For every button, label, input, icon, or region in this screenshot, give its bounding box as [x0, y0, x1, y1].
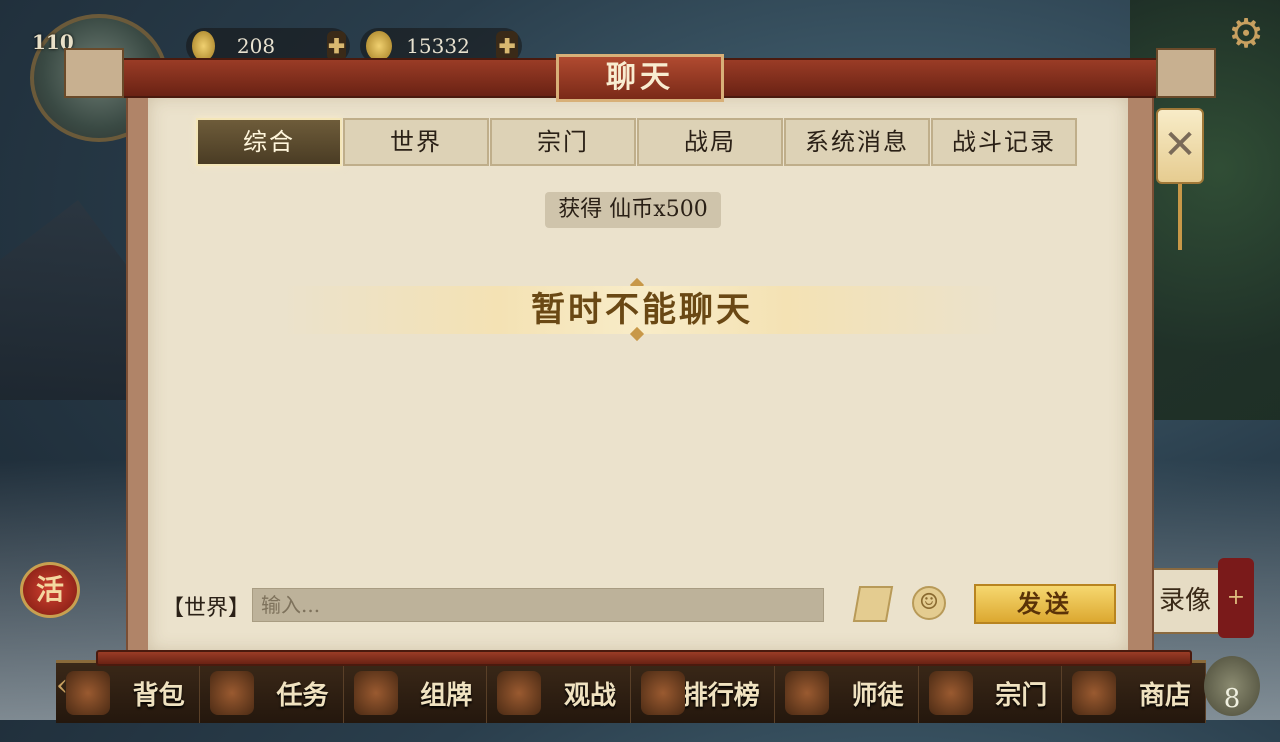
modal-title: 聊天 — [556, 54, 724, 102]
close-icon[interactable]: ✕ — [1156, 108, 1204, 184]
nav-item-sect[interactable]: 宗门 — [919, 663, 1063, 723]
coin-amount: 15332 — [406, 34, 470, 58]
top-right-ornament — [1156, 48, 1216, 98]
chat-modal-body — [148, 96, 1128, 652]
channel-label[interactable]: 【世界】 — [162, 590, 250, 622]
emoji-icon[interactable]: ☺ — [912, 586, 946, 620]
lantern-tassel — [1178, 184, 1182, 250]
level-badge[interactable]: 8 — [1204, 656, 1260, 716]
quick-phrase-icon[interactable] — [852, 586, 894, 622]
tab-general[interactable]: 综合 — [196, 118, 342, 166]
replay-plus-button[interactable]: + — [1218, 558, 1254, 638]
reward-notice: 获得 仙币x500 — [545, 192, 721, 228]
background-building — [0, 200, 130, 400]
add-gold-button[interactable]: ✚ — [326, 31, 346, 61]
nav-item-spectate[interactable]: 观战 — [487, 663, 631, 723]
chat-disabled-banner: 暂时不能聊天 — [282, 286, 1002, 334]
spectate-icon — [497, 671, 542, 715]
chat-input[interactable] — [252, 588, 824, 622]
copper-coin-icon — [366, 31, 393, 61]
tab-battle-room[interactable]: 战局 — [637, 118, 783, 166]
nav-label: 宗门 — [995, 680, 1048, 711]
top-left-ornament — [64, 48, 124, 98]
ranking-icon — [641, 671, 685, 715]
send-button[interactable]: 发送 — [974, 584, 1116, 624]
add-coin-button[interactable]: ✚ — [496, 31, 518, 61]
nav-label: 观战 — [563, 680, 616, 711]
tab-world[interactable]: 世界 — [343, 118, 489, 166]
scroll-icon — [209, 671, 254, 715]
nav-label: 排行榜 — [681, 680, 760, 711]
mentor-icon — [784, 671, 829, 715]
nav-item-deck[interactable]: 组牌 — [344, 663, 488, 723]
bottom-nav: 背包 任务 组牌 观战 排行榜 师徒 宗门 商店 — [56, 660, 1206, 723]
replay-button[interactable]: 录像 — [1150, 568, 1220, 634]
modal-bottom-bar — [96, 650, 1192, 666]
gold-amount: 208 — [236, 34, 276, 58]
nav-item-shop[interactable]: 商店 — [1062, 663, 1206, 723]
tab-system-messages[interactable]: 系统消息 — [784, 118, 930, 166]
activity-button[interactable]: 活 — [20, 562, 80, 618]
tab-battle-log[interactable]: 战斗记录 — [931, 118, 1077, 166]
nav-label: 任务 — [276, 680, 329, 711]
nav-item-tasks[interactable]: 任务 — [200, 663, 344, 723]
cards-icon — [353, 671, 398, 715]
nav-label: 师徒 — [851, 680, 904, 711]
shop-icon — [1072, 671, 1117, 715]
nav-label: 背包 — [132, 680, 185, 711]
chat-tabs: 综合 世界 宗门 战局 系统消息 战斗记录 — [196, 118, 1078, 168]
settings-gear-icon[interactable]: ⚙ — [1224, 12, 1268, 56]
tab-sect[interactable]: 宗门 — [490, 118, 636, 166]
nav-item-ranking[interactable]: 排行榜 — [631, 663, 775, 723]
sect-icon — [928, 671, 973, 715]
nav-label: 商店 — [1138, 680, 1191, 711]
gold-ingot-icon — [192, 31, 215, 61]
nav-left-arrow-icon[interactable]: ‹ — [56, 668, 80, 712]
nav-item-mentor[interactable]: 师徒 — [775, 663, 919, 723]
nav-label: 组牌 — [420, 680, 473, 711]
